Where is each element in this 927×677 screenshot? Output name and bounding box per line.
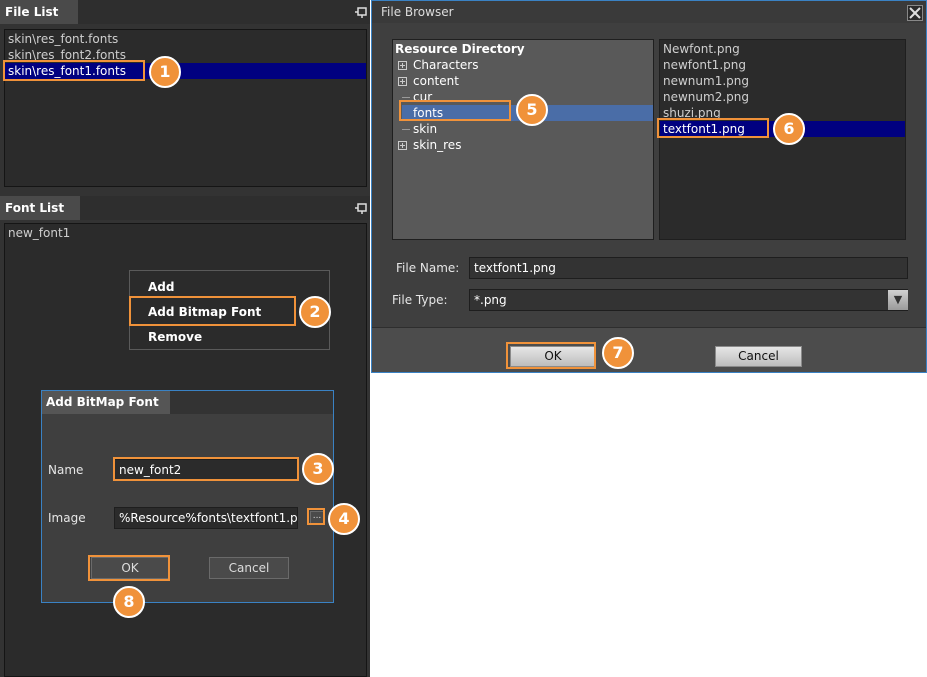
tree-root-label[interactable]: Resource Directory [395, 41, 525, 57]
dialog-header: Add BitMap Font [42, 391, 333, 414]
tree-item-skin-res[interactable]: skin_res [413, 137, 461, 153]
menu-item-remove[interactable]: Remove [130, 325, 329, 349]
add-bitmap-font-dialog: Add BitMap Font Name new_font2 Image %Re… [41, 390, 334, 603]
close-icon[interactable] [907, 5, 923, 21]
dropdown-arrow-icon[interactable]: ▼ [888, 290, 908, 310]
file-item[interactable]: newnum1.png [660, 73, 905, 89]
annotation-badge-6: 6 [773, 113, 805, 145]
pin-icon[interactable] [355, 7, 368, 18]
browser-title-bar: File Browser [372, 1, 926, 23]
file-list-item[interactable]: skin\res_font.fonts [5, 31, 366, 47]
highlight-box-7 [506, 342, 596, 369]
tab-file-list[interactable]: File List [0, 0, 78, 24]
annotation-badge-2: 2 [299, 296, 331, 328]
expand-icon[interactable] [398, 61, 407, 70]
dialog-title: Add BitMap Font [42, 391, 170, 414]
file-list-box: skin\res_font.fonts skin\res_font2.fonts… [4, 29, 367, 187]
pin-icon[interactable] [355, 203, 368, 214]
highlight-box-2 [129, 296, 296, 326]
tree-item-characters[interactable]: Characters [413, 57, 479, 73]
browser-footer: OK Cancel [372, 327, 926, 372]
annotation-badge-4: 4 [328, 503, 360, 535]
file-name-label: File Name: [396, 261, 460, 275]
tree-connector [402, 129, 410, 130]
highlight-box-6 [657, 118, 769, 138]
expand-icon[interactable] [398, 141, 407, 150]
left-column: File List skin\res_font.fonts skin\res_f… [0, 0, 370, 677]
file-type-select[interactable]: *.png [469, 289, 908, 311]
annotation-badge-3: 3 [302, 453, 334, 485]
highlight-box-4 [307, 508, 325, 525]
file-item[interactable]: newfont1.png [660, 57, 905, 73]
highlight-box-3 [113, 457, 299, 481]
image-label: Image [48, 511, 86, 525]
image-path-input[interactable]: %Resource%fonts\textfont1.p [114, 507, 298, 529]
browser-cancel-button[interactable]: Cancel [715, 346, 802, 367]
browser-title: File Browser [381, 5, 454, 19]
font-list-item[interactable]: new_font1 [5, 225, 366, 241]
file-item[interactable]: Newfont.png [660, 41, 905, 57]
highlight-box-8 [88, 555, 170, 581]
dialog-cancel-button[interactable]: Cancel [209, 557, 289, 579]
expand-icon[interactable] [398, 77, 407, 86]
tree-item-content[interactable]: content [413, 73, 459, 89]
file-list-header: File List [0, 0, 370, 24]
tree-item-skin[interactable]: skin [413, 121, 437, 137]
tree-connector [402, 97, 410, 98]
file-item[interactable]: newnum2.png [660, 89, 905, 105]
annotation-badge-7: 7 [602, 337, 634, 369]
name-label: Name [48, 463, 84, 477]
highlight-box-1 [3, 60, 145, 81]
annotation-badge-5: 5 [516, 94, 548, 126]
file-name-input[interactable]: textfont1.png [469, 257, 908, 279]
font-list-header: Font List [0, 196, 370, 220]
highlight-box-5 [399, 100, 511, 121]
annotation-badge-1: 1 [149, 56, 181, 88]
file-type-value: *.png [474, 293, 507, 307]
directory-tree: Resource Directory Characters content cu… [392, 39, 654, 240]
file-browser-window: File Browser Resource Directory Characte… [371, 0, 927, 373]
file-type-label: File Type: [392, 293, 448, 307]
annotation-badge-8: 8 [113, 586, 145, 618]
tab-font-list[interactable]: Font List [0, 196, 80, 220]
